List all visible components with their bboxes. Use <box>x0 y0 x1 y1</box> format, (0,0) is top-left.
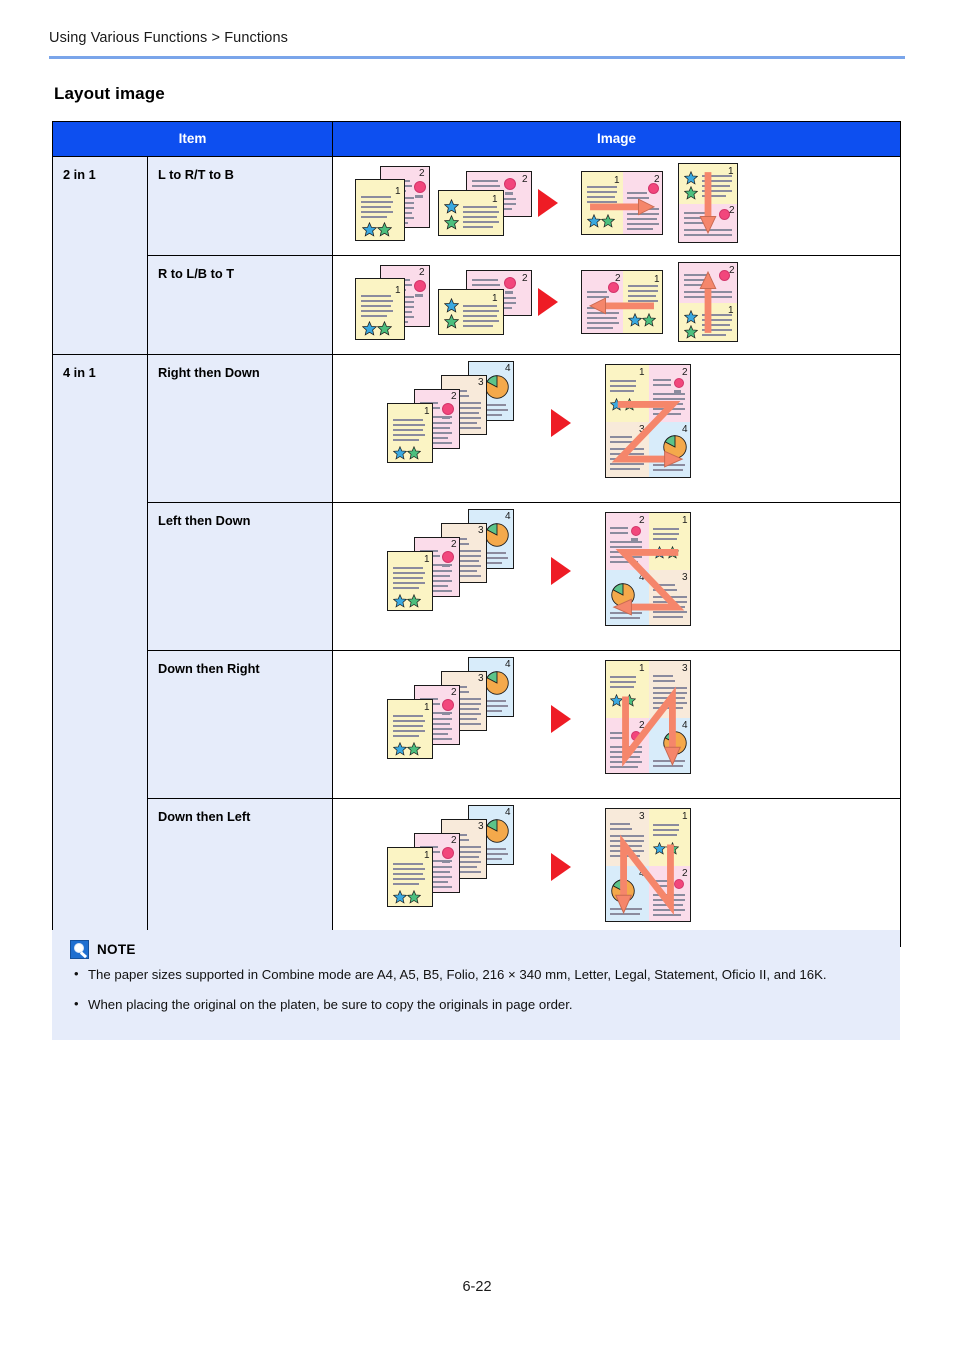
source-page-1: 1 <box>355 278 406 340</box>
illustration-2in1-ltr: 2 1 2 1 1 2 1 2 <box>332 156 902 256</box>
table-row: Down then Left 4 3 2 1 3 1 4 2 <box>53 798 902 947</box>
table-row: Down then Right 4 3 2 1 1 3 2 4 <box>53 650 902 799</box>
table-row: R to L/B to T 2 1 2 1 2 1 2 1 <box>53 255 902 355</box>
flow-path-left-then-down <box>612 548 685 616</box>
star-blue-icon <box>393 742 408 756</box>
process-arrow-icon <box>551 557 572 585</box>
row-item-left-then-down: Left then Down <box>146 502 334 651</box>
star-blue-icon <box>362 222 378 237</box>
list-item: When placing the original on the platen,… <box>72 995 884 1014</box>
flow-path-right-then-down <box>611 400 684 468</box>
star-blue-icon <box>393 446 408 460</box>
output-page-4up: 1 2 3 4 <box>605 364 692 478</box>
star-green-icon <box>377 222 393 237</box>
pie-chart-icon <box>485 523 509 547</box>
layout-image-table: Item Image 2 in 1 L to R/T to B 2 1 2 1 … <box>51 121 902 947</box>
star-green-icon <box>377 321 393 336</box>
output-page-4up: 2 1 4 3 <box>605 512 692 626</box>
output-page-portrait: 1 2 <box>678 163 739 243</box>
pie-chart-icon <box>485 671 509 695</box>
note-lightbulb-icon <box>70 940 89 959</box>
table-row: 2 in 1 L to R/T to B 2 1 2 1 1 2 1 2 <box>52 156 902 355</box>
row-item-l-to-r: L to R/T to B <box>146 156 334 256</box>
process-arrow-icon <box>538 189 559 217</box>
process-arrow-icon <box>551 853 572 881</box>
column-header-image: Image <box>332 121 902 157</box>
illustration-4in1-right-down: 4 3 2 1 1 2 3 4 <box>332 354 902 503</box>
column-header-item: Item <box>51 121 334 157</box>
note-header: NOTE <box>70 940 136 959</box>
flow-arrow-left <box>588 297 654 315</box>
row-item-right-then-down: Right then Down <box>146 354 334 503</box>
breadcrumb: Using Various Functions > Functions <box>49 30 288 46</box>
rotated-page-1: 1 <box>438 289 505 335</box>
source-page-1: 1 <box>387 403 434 463</box>
illustration-4in1-down-left: 4 3 2 1 3 1 4 2 <box>332 798 902 947</box>
row-item-r-to-l: R to L/B to T <box>146 255 334 355</box>
pie-chart-icon <box>485 819 509 843</box>
star-green-icon <box>444 215 460 230</box>
output-page-landscape: 1 2 <box>581 171 664 235</box>
output-page-4up: 3 1 4 2 <box>605 808 692 922</box>
pie-chart-icon <box>485 375 509 399</box>
table-header-row: Item Image <box>51 121 902 157</box>
star-green-icon <box>444 314 460 329</box>
row-item-down-then-right: Down then Right <box>146 650 334 799</box>
flow-path-down-then-right <box>622 686 681 768</box>
note-box: NOTE The paper sizes supported in Combin… <box>52 930 900 1040</box>
table-row: Left then Down 4 3 2 1 2 1 4 3 <box>53 502 902 651</box>
source-page-1: 1 <box>387 551 434 611</box>
process-arrow-icon <box>551 705 572 733</box>
star-blue-icon <box>444 199 460 214</box>
row-kind-4in1: 4 in 1 <box>52 354 148 947</box>
flow-path-down-then-left <box>615 834 674 916</box>
source-page-1: 1 <box>355 179 406 241</box>
source-page-1: 1 <box>387 847 434 907</box>
star-green-icon <box>407 890 422 904</box>
star-green-icon <box>407 594 422 608</box>
row-kind-2in1: 2 in 1 <box>52 156 148 355</box>
row-item-down-then-left: Down then Left <box>146 798 334 947</box>
star-blue-icon <box>393 890 408 904</box>
header-rule <box>49 56 905 59</box>
star-green-icon <box>407 742 422 756</box>
star-blue-icon <box>444 298 460 313</box>
output-page-landscape: 2 1 <box>581 270 664 334</box>
flow-arrow-up <box>699 270 717 333</box>
star-green-icon <box>407 446 422 460</box>
illustration-2in1-rtl: 2 1 2 1 2 1 2 1 <box>332 255 902 355</box>
page-title: Layout image <box>54 84 165 103</box>
rotated-page-1: 1 <box>438 190 505 236</box>
document-page: Using Various Functions > Functions Layo… <box>0 0 954 1350</box>
output-page-4up: 1 3 2 4 <box>605 660 692 774</box>
illustration-4in1-down-right: 4 3 2 1 1 3 2 4 <box>332 650 902 799</box>
star-blue-icon <box>362 321 378 336</box>
list-item: The paper sizes supported in Combine mod… <box>72 965 884 984</box>
illustration-4in1-left-down: 4 3 2 1 2 1 4 3 <box>332 502 902 651</box>
flow-arrow-right <box>590 198 656 216</box>
star-blue-icon <box>393 594 408 608</box>
source-page-1: 1 <box>387 699 434 759</box>
flow-arrow-down <box>699 172 717 235</box>
page-number: 6-22 <box>462 1279 492 1295</box>
note-label: NOTE <box>97 942 136 957</box>
table-row: 4 in 1 Right then Down 4 3 2 1 1 2 3 4 <box>52 354 902 947</box>
process-arrow-icon <box>538 288 559 316</box>
output-page-portrait: 2 1 <box>678 262 739 342</box>
note-list: The paper sizes supported in Combine mod… <box>72 965 884 1026</box>
process-arrow-icon <box>551 409 572 437</box>
